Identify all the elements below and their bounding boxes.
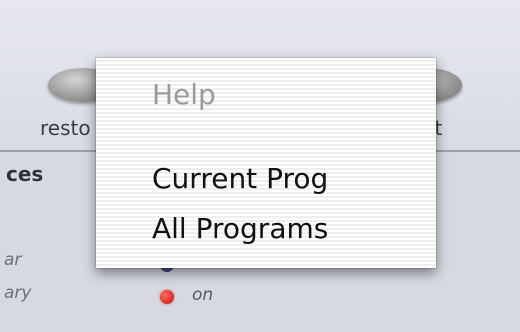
row-status: on — [192, 285, 214, 305]
menu-item-help: Help — [152, 78, 216, 111]
row-label: ar — [4, 250, 22, 270]
row-label: ary — [4, 283, 32, 303]
menu-item-current-prog[interactable]: Current Prog — [152, 162, 328, 195]
dropdown-menu: Help Current Prog All Programs — [96, 58, 436, 268]
section-title: ces — [6, 162, 44, 186]
restore-label: resto — [40, 116, 91, 140]
menu-item-all-programs[interactable]: All Programs — [152, 212, 328, 245]
led-on-icon[interactable] — [160, 290, 174, 304]
